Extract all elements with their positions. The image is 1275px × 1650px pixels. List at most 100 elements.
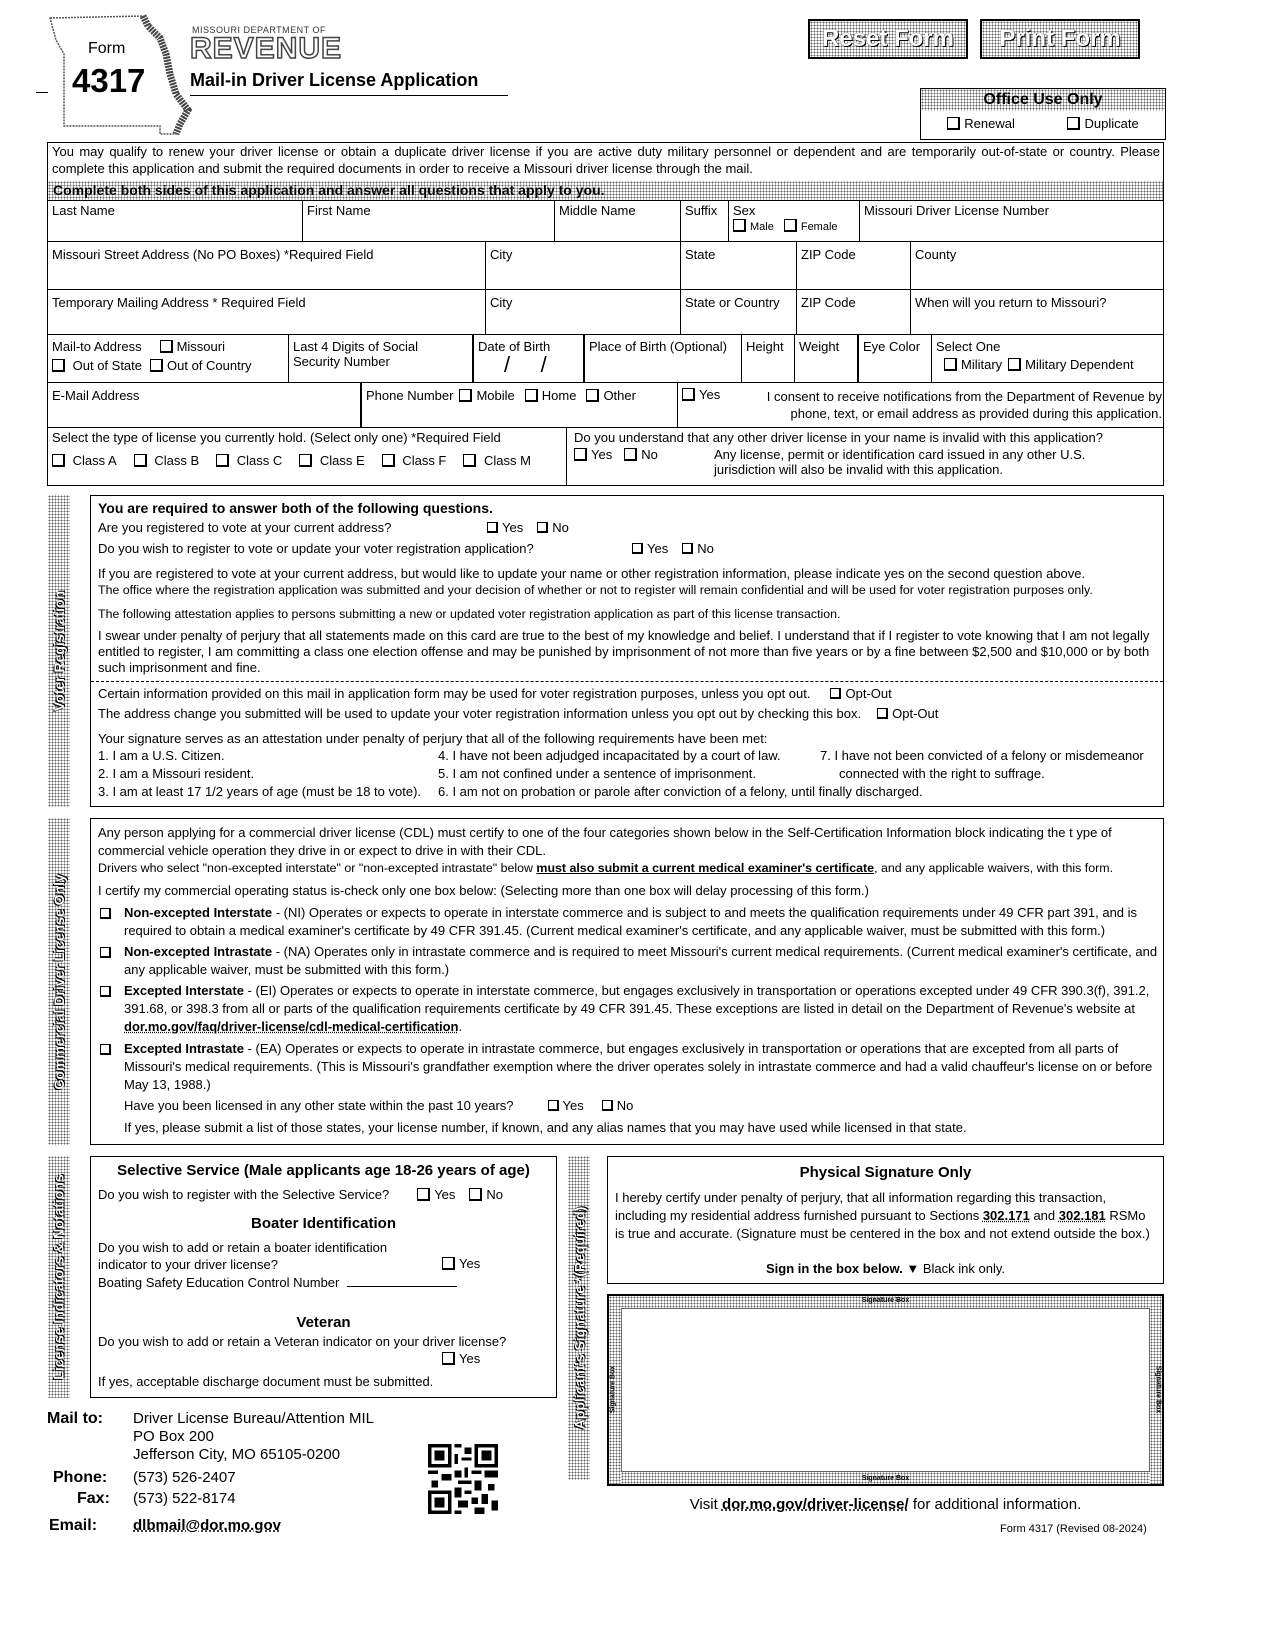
email-field[interactable]: E-Mail Address — [48, 383, 361, 428]
phone-mobile-checkbox[interactable] — [459, 389, 473, 402]
state-field[interactable]: State — [681, 242, 797, 290]
military-dependent-checkbox[interactable] — [1008, 358, 1022, 371]
class-f-checkbox[interactable] — [381, 454, 395, 467]
cdl-ei-checkbox[interactable] — [100, 986, 111, 997]
last-name-field[interactable]: Last Name — [48, 200, 303, 242]
sign-instruction: Sign in the box below. ▼ Black ink only. — [766, 1261, 1005, 1276]
class-b-checkbox[interactable] — [133, 454, 147, 467]
duplicate-option[interactable]: Duplicate — [1067, 116, 1139, 131]
first-name-field[interactable]: First Name — [303, 200, 555, 242]
middle-name-field[interactable]: Middle Name — [555, 200, 681, 242]
female-checkbox[interactable] — [783, 219, 797, 232]
signature-box-label-top: Signature Box — [861, 1297, 910, 1304]
signature-box-label-bottom: Signature Box — [861, 1475, 910, 1482]
class-c-option[interactable]: Class C — [216, 453, 282, 468]
boater-control-number-input[interactable] — [347, 1275, 458, 1287]
consent-yes-checkbox[interactable] — [682, 388, 695, 401]
phone-home-checkbox[interactable] — [524, 389, 538, 402]
return-date-field[interactable]: When will you return to Missouri? — [911, 290, 1164, 335]
suffix-field[interactable]: Suffix — [681, 200, 729, 242]
cdl-option-na: Non-excepted Intrastate - (NA) Operates … — [98, 943, 1158, 979]
street-address-field[interactable]: Missouri Street Address (No PO Boxes) *R… — [48, 242, 486, 290]
mo-dl-number-field[interactable]: Missouri Driver License Number — [860, 200, 1164, 242]
voter-q1-no-checkbox[interactable] — [537, 522, 549, 533]
boater-control-number: Boating Safety Education Control Number — [98, 1275, 458, 1290]
requirement-7-cont: connected with the right to suffrage. — [839, 766, 1045, 781]
veteran-yes-checkbox[interactable] — [442, 1352, 455, 1365]
fax-label: Fax: — [77, 1490, 110, 1507]
voter-attestation: Your signature serves as an attestation … — [98, 731, 768, 746]
license-type-field: Select the type of license you currently… — [48, 428, 567, 485]
boater-yes-option: Yes — [442, 1256, 480, 1271]
temp-zip-field[interactable]: ZIP Code — [797, 290, 911, 335]
requirement-2: 2. I am a Missouri resident. — [98, 766, 255, 781]
email-link[interactable]: dlbmail@dor.mo.gov — [133, 1517, 281, 1534]
opt-out-1-checkbox[interactable] — [830, 688, 842, 699]
dob-field[interactable]: Date of Birth / / — [473, 335, 584, 383]
class-e-option[interactable]: Class E — [299, 453, 365, 468]
voter-q2-no-checkbox[interactable] — [682, 543, 694, 554]
opt-out-2-checkbox[interactable] — [877, 708, 889, 719]
height-field[interactable]: Height — [742, 335, 795, 383]
class-a-option[interactable]: Class A — [52, 453, 117, 468]
class-e-checkbox[interactable] — [299, 454, 313, 467]
email-label: Email: — [49, 1517, 98, 1534]
eye-color-field[interactable]: Eye Color — [858, 335, 932, 383]
boater-yes-checkbox[interactable] — [442, 1257, 455, 1270]
voter-q2-yes-checkbox[interactable] — [632, 543, 643, 554]
requirement-5: 5. I am not confined under a sentence of… — [438, 766, 756, 781]
male-checkbox[interactable] — [733, 219, 746, 232]
duplicate-checkbox[interactable] — [1067, 117, 1081, 130]
qr-code[interactable] — [428, 1444, 498, 1514]
voter-opt-out-2: The address change you submitted will be… — [98, 706, 939, 721]
military-status-field: Select One Military Military Dependent — [932, 335, 1164, 383]
invalid-yes-checkbox[interactable] — [574, 448, 587, 461]
class-m-option[interactable]: Class M — [463, 453, 531, 468]
veteran-note: If yes, acceptable discharge document mu… — [98, 1374, 434, 1389]
county-field[interactable]: County — [911, 242, 1164, 290]
mail-line-2: PO Box 200 — [133, 1428, 214, 1445]
phone-other-checkbox[interactable] — [586, 389, 600, 402]
mail-out-of-state-checkbox[interactable] — [52, 359, 65, 372]
weight-field[interactable]: Weight — [795, 335, 858, 383]
selective-service-yes-checkbox[interactable] — [417, 1188, 431, 1201]
class-m-checkbox[interactable] — [463, 454, 477, 467]
city-field[interactable]: City — [486, 242, 681, 290]
ssn-last4-field[interactable]: Last 4 Digits of Social Security Number — [289, 335, 473, 383]
section-302-181-link[interactable]: 302.181 — [1059, 1208, 1106, 1223]
signature-box[interactable]: Signature Box Signature Box Signature Bo… — [607, 1294, 1164, 1486]
class-c-checkbox[interactable] — [216, 454, 230, 467]
temp-address-field[interactable]: Temporary Mailing Address * Required Fie… — [48, 290, 486, 335]
cdl-ea-checkbox[interactable] — [100, 1044, 111, 1055]
class-b-option[interactable]: Class B — [133, 453, 199, 468]
driver-license-website-link[interactable]: dor.mo.gov/driver-license/ — [722, 1496, 909, 1513]
section-302-171-link[interactable]: 302.171 — [983, 1208, 1030, 1223]
military-checkbox[interactable] — [944, 358, 957, 371]
license-indicators-tab: License Indicators & Notations — [48, 1156, 70, 1398]
voter-q1-yes-checkbox[interactable] — [487, 522, 498, 533]
cdl-ni-checkbox[interactable] — [100, 908, 111, 919]
zip-field[interactable]: ZIP Code — [797, 242, 911, 290]
cdl-medical-certification-link[interactable]: dor.mo.gov/faq/driver-license/cdl-medica… — [124, 1019, 458, 1034]
voter-opt-out-1: Certain information provided on this mai… — [98, 686, 892, 701]
other-state-yes-checkbox[interactable] — [547, 1100, 559, 1111]
cdl-na-checkbox[interactable] — [100, 947, 111, 958]
mail-to-address-field: Mail-to Address Missouri Out of State Out … — [48, 335, 289, 383]
reset-form-button[interactable]: Reset Form — [808, 19, 968, 59]
mail-out-of-country-checkbox[interactable] — [150, 359, 163, 372]
renewal-checkbox[interactable] — [947, 117, 961, 130]
renewal-option[interactable]: Renewal — [947, 116, 1015, 131]
temp-city-field[interactable]: City — [486, 290, 681, 335]
mail-missouri-checkbox[interactable] — [159, 340, 173, 353]
class-a-checkbox[interactable] — [52, 454, 65, 467]
invalid-no-checkbox[interactable] — [624, 448, 638, 461]
place-of-birth-field[interactable]: Place of Birth (Optional) — [584, 335, 742, 383]
requirement-7: 7. I have not been convicted of a felony… — [820, 748, 1144, 763]
phone-number-field[interactable]: Phone Number Mobile Home Other — [361, 383, 678, 428]
cdl-option-ea: Excepted Intrastate - (EA) Operates or e… — [98, 1040, 1158, 1094]
print-form-button[interactable]: Print Form — [980, 19, 1140, 59]
other-state-no-checkbox[interactable] — [601, 1100, 613, 1111]
selective-service-no-checkbox[interactable] — [469, 1188, 483, 1201]
state-country-field[interactable]: State or Country — [681, 290, 797, 335]
class-f-option[interactable]: Class F — [381, 453, 446, 468]
